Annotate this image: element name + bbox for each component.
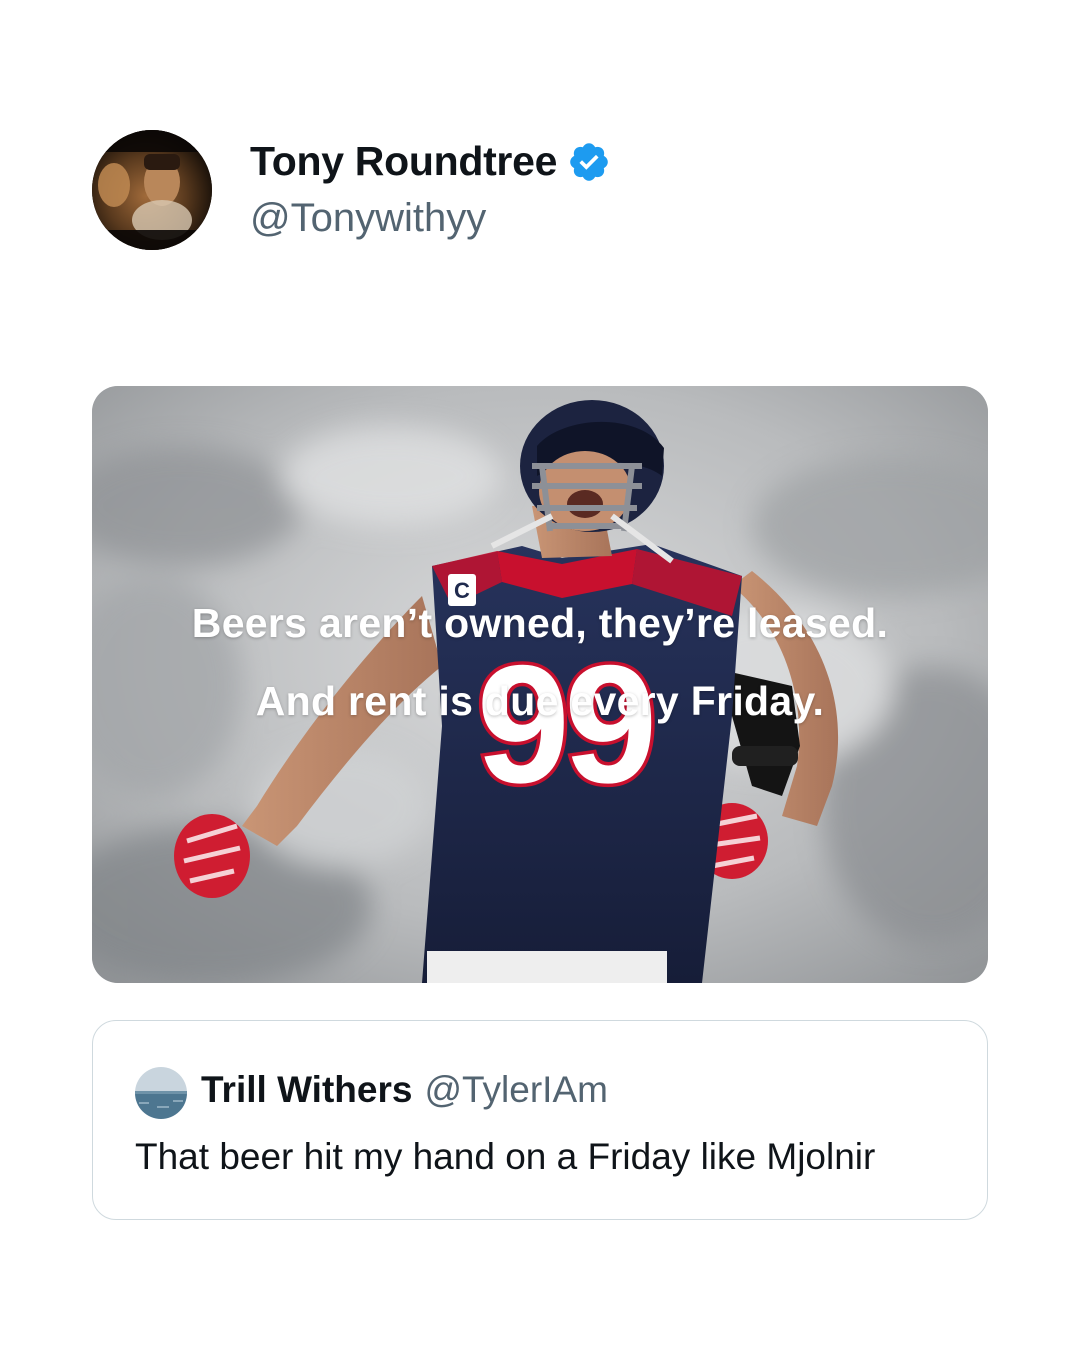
- tweet-media[interactable]: C 99 Beers aren’t owned, they’re leased.…: [92, 386, 988, 983]
- ocean-avatar-icon: [135, 1067, 187, 1119]
- author-handle[interactable]: @Tonywithyy: [250, 196, 486, 241]
- author-name[interactable]: Tony Roundtree: [250, 138, 611, 185]
- quoted-avatar[interactable]: [135, 1067, 187, 1119]
- caption-line-2: And rent is due every Friday.: [255, 678, 825, 724]
- quoted-name[interactable]: Trill Withers: [201, 1069, 412, 1110]
- caption-line-1: Beers aren’t owned, they’re leased.: [191, 600, 889, 646]
- quoted-text: That beer hit my hand on a Friday like M…: [135, 1136, 876, 1177]
- author-avatar[interactable]: [92, 130, 212, 250]
- author-name-text: Tony Roundtree: [250, 138, 558, 184]
- quoted-tweet[interactable]: Trill Withers @TylerIAm That beer hit my …: [92, 1020, 988, 1220]
- avatar-photo-icon: [92, 130, 212, 250]
- verified-badge-icon: [567, 140, 611, 184]
- quoted-handle[interactable]: @TylerIAm: [424, 1069, 608, 1110]
- quoted-header: Trill Withers @TylerIAm: [201, 1069, 608, 1111]
